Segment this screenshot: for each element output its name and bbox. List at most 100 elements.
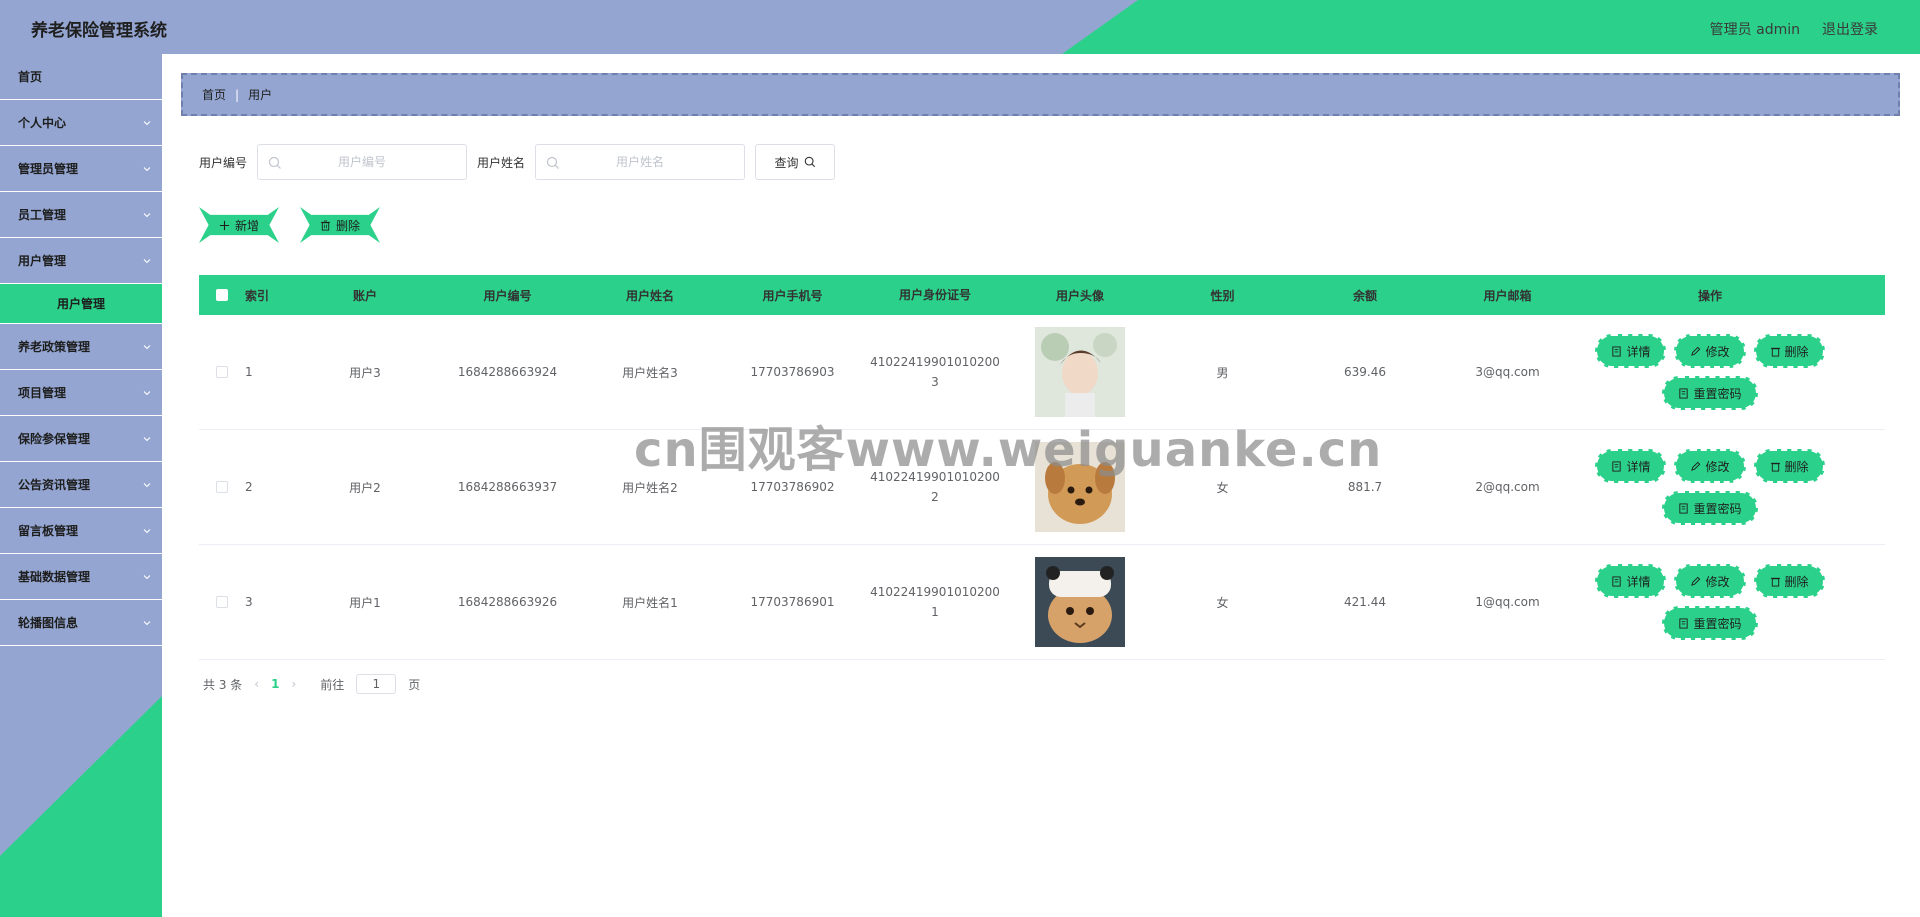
delete-button[interactable]: 删除 xyxy=(1753,334,1825,368)
cell-actions: 详情 修改 删除重置密码 xyxy=(1575,334,1845,410)
detail-button[interactable]: 详情 xyxy=(1595,334,1667,368)
header-phone: 用户手机号 xyxy=(762,288,823,303)
document-icon xyxy=(1678,387,1689,399)
logout-link[interactable]: 退出登录 xyxy=(1822,19,1878,39)
sidebar-item-9[interactable]: 公告资讯管理 xyxy=(0,462,162,508)
sidebar-item-label: 用户管理 xyxy=(18,254,67,268)
edit-button[interactable]: 修改 xyxy=(1674,334,1746,368)
page-number-current[interactable]: 1 xyxy=(271,677,279,691)
sidebar-item-0[interactable]: 首页 xyxy=(0,54,162,100)
user-no-field xyxy=(257,144,468,180)
detail-button[interactable]: 详情 xyxy=(1595,449,1667,483)
add-button[interactable]: 新增 xyxy=(199,207,279,243)
query-button[interactable]: 查询 xyxy=(755,144,836,180)
cell-gender: 女 xyxy=(1216,480,1229,495)
next-page-icon[interactable]: › xyxy=(291,677,296,691)
chevron-down-icon xyxy=(143,528,151,533)
cell-user-no: 1684288663926 xyxy=(457,595,558,609)
sidebar-item-label: 基础数据管理 xyxy=(18,570,91,584)
sidebar-item-7[interactable]: 项目管理 xyxy=(0,370,162,416)
sidebar-item-11[interactable]: 基础数据管理 xyxy=(0,554,162,600)
header-gender: 性别 xyxy=(1210,288,1235,303)
sidebar-item-10[interactable]: 留言板管理 xyxy=(0,508,162,554)
header-account: 账户 xyxy=(352,288,377,303)
prev-page-icon[interactable]: ‹ xyxy=(254,677,259,691)
search-icon xyxy=(546,156,559,169)
delete-button[interactable]: 删除 xyxy=(1753,564,1825,598)
cell-phone: 17703786902 xyxy=(750,480,835,494)
bulk-delete-button[interactable]: 删除 xyxy=(300,207,380,243)
select-all-checkbox[interactable] xyxy=(216,289,228,301)
sidebar-item-6[interactable]: 养老政策管理 xyxy=(0,324,162,370)
admin-user-link[interactable]: 管理员 admin xyxy=(1710,19,1800,39)
cell-user-name: 用户姓名1 xyxy=(622,595,678,610)
detail-icon xyxy=(1611,345,1622,357)
avatar[interactable] xyxy=(1035,442,1125,532)
cell-avatar xyxy=(1005,557,1155,647)
detail-button-label: 详情 xyxy=(1626,344,1651,359)
chevron-down-icon xyxy=(143,482,151,487)
goto-page-input[interactable] xyxy=(356,674,397,694)
chevron-down-icon xyxy=(143,620,151,625)
user-name-input[interactable] xyxy=(570,155,711,169)
document-icon xyxy=(1678,617,1689,629)
sidebar-item-label: 管理员管理 xyxy=(18,162,79,176)
bulk-actions: 新增 删除 xyxy=(199,207,380,243)
header-actions: 操作 xyxy=(1697,288,1722,303)
avatar[interactable] xyxy=(1035,327,1125,417)
cell-actions: 详情 修改 删除重置密码 xyxy=(1575,449,1845,525)
pagination: 共 3 条 ‹ 1 › 前往 页 xyxy=(203,674,420,694)
avatar[interactable] xyxy=(1035,557,1125,647)
sidebar-item-label: 公告资讯管理 xyxy=(18,478,91,492)
cell-user-name: 用户姓名2 xyxy=(622,480,678,495)
search-bar: 用户编号 用户姓名 查询 xyxy=(199,144,836,180)
sidebar-item-2[interactable]: 管理员管理 xyxy=(0,146,162,192)
breadcrumb-home[interactable]: 首页 xyxy=(202,86,226,103)
delete-button[interactable]: 删除 xyxy=(1753,449,1825,483)
plus-icon xyxy=(219,220,230,230)
reset-password-button[interactable]: 重置密码 xyxy=(1662,491,1758,525)
sidebar-item-label: 保险参保管理 xyxy=(18,432,91,446)
search-icon xyxy=(804,156,815,168)
sidebar-item-8[interactable]: 保险参保管理 xyxy=(0,416,162,462)
row-checkbox[interactable] xyxy=(216,366,228,378)
trash-icon xyxy=(1770,461,1781,472)
detail-button[interactable]: 详情 xyxy=(1595,564,1667,598)
chevron-down-icon xyxy=(143,436,151,441)
app-title: 养老保险管理系统 xyxy=(31,21,167,41)
pagination-total: 共 3 条 xyxy=(203,677,243,692)
add-button-label: 新增 xyxy=(234,218,259,233)
query-button-label: 查询 xyxy=(774,155,799,170)
sidebar-item-3[interactable]: 员工管理 xyxy=(0,192,162,238)
top-header: 养老保险管理系统 管理员 admin 退出登录 xyxy=(0,0,1920,54)
chevron-down-icon xyxy=(143,212,151,217)
reset-password-button[interactable]: 重置密码 xyxy=(1662,376,1758,410)
sidebar-item-label: 养老政策管理 xyxy=(18,340,91,354)
header-checkbox-cell xyxy=(199,289,245,301)
id-card-line-2: 3 xyxy=(931,375,939,389)
trash-icon xyxy=(1770,346,1781,357)
id-card-line-1: 41022419901010200 xyxy=(870,355,1000,369)
header-user-no: 用户编号 xyxy=(483,288,532,303)
cell-gender: 男 xyxy=(1216,365,1229,380)
trash-icon xyxy=(1770,576,1781,587)
row-checkbox[interactable] xyxy=(216,481,228,493)
goto-prefix: 前往 xyxy=(320,677,345,692)
row-checkbox[interactable] xyxy=(216,596,228,608)
edit-button[interactable]: 修改 xyxy=(1674,449,1746,483)
table-row: 1 用户3 1684288663924 用户姓名3 17703786903 4102241… xyxy=(199,315,1885,430)
table-body: 1 用户3 1684288663924 用户姓名3 17703786903 4102241… xyxy=(199,315,1885,660)
trash-icon xyxy=(320,219,331,231)
delete-button-label: 删除 xyxy=(1784,574,1809,589)
sidebar-subitem-user-management[interactable]: 用户管理 xyxy=(0,284,162,324)
user-no-input[interactable] xyxy=(292,155,433,169)
sidebar-item-12[interactable]: 轮播图信息 xyxy=(0,600,162,646)
edit-button[interactable]: 修改 xyxy=(1674,564,1746,598)
document-icon xyxy=(1678,502,1689,514)
sidebar-item-1[interactable]: 个人中心 xyxy=(0,100,162,146)
table-row: 2 用户2 1684288663937 用户姓名2 17703786902 4102241… xyxy=(199,430,1885,545)
sidebar-item-4[interactable]: 用户管理 xyxy=(0,238,162,284)
reset-password-button[interactable]: 重置密码 xyxy=(1662,606,1758,640)
row-checkbox-cell xyxy=(199,366,245,378)
cell-id-card: 41022419901010200 1 xyxy=(865,582,1005,622)
